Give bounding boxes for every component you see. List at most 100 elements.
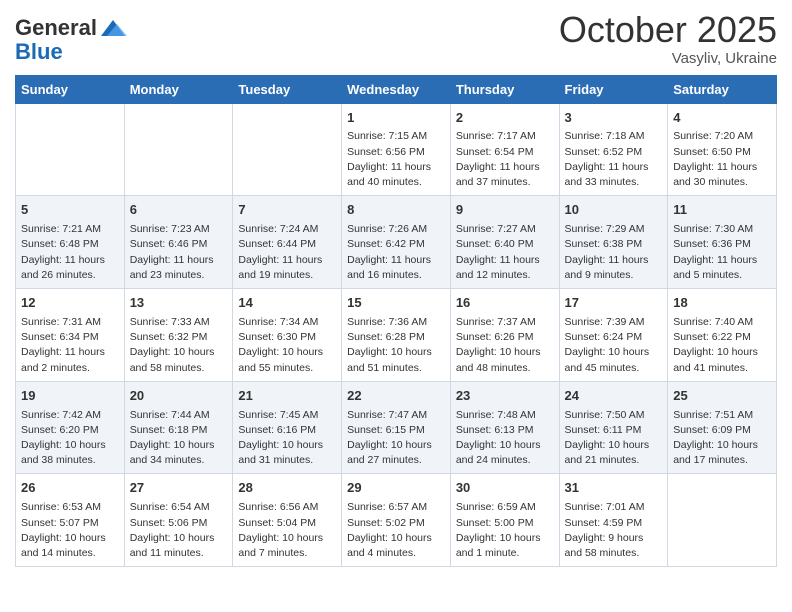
- sunrise-label: Sunrise: 7:17 AM: [456, 130, 536, 142]
- day-number: 14: [238, 294, 336, 313]
- day-number: 29: [347, 479, 445, 498]
- daylight-label: Daylight: 11 hours and 16 minutes.: [347, 254, 431, 281]
- sunset-label: Sunset: 6:24 PM: [565, 331, 643, 343]
- sunset-label: Sunset: 6:44 PM: [238, 238, 316, 250]
- day-number: 30: [456, 479, 554, 498]
- calendar-container: General Blue October 2025 Vasyliv, Ukrai…: [0, 0, 792, 582]
- sunrise-label: Sunrise: 7:44 AM: [130, 409, 210, 421]
- sunrise-label: Sunrise: 7:51 AM: [673, 409, 753, 421]
- daylight-label: Daylight: 11 hours and 40 minutes.: [347, 161, 431, 188]
- sunrise-label: Sunrise: 7:30 AM: [673, 223, 753, 235]
- day-number: 5: [21, 201, 119, 220]
- logo-icon: [99, 14, 127, 42]
- header-row: Sunday Monday Tuesday Wednesday Thursday…: [16, 75, 777, 103]
- sunset-label: Sunset: 6:48 PM: [21, 238, 99, 250]
- col-friday: Friday: [559, 75, 668, 103]
- daylight-label: Daylight: 11 hours and 12 minutes.: [456, 254, 540, 281]
- day-number: 26: [21, 479, 119, 498]
- cell-w4-d4: 23Sunrise: 7:48 AMSunset: 6:13 PMDayligh…: [450, 381, 559, 474]
- cell-w5-d4: 30Sunrise: 6:59 AMSunset: 5:00 PMDayligh…: [450, 474, 559, 567]
- sunrise-label: Sunrise: 7:23 AM: [130, 223, 210, 235]
- day-number: 7: [238, 201, 336, 220]
- day-number: 6: [130, 201, 228, 220]
- col-tuesday: Tuesday: [233, 75, 342, 103]
- sunrise-label: Sunrise: 6:57 AM: [347, 501, 427, 513]
- sunrise-label: Sunrise: 6:59 AM: [456, 501, 536, 513]
- month-title: October 2025: [559, 10, 777, 50]
- day-number: 9: [456, 201, 554, 220]
- cell-w1-d2: [233, 103, 342, 196]
- cell-w5-d6: [668, 474, 777, 567]
- cell-w3-d4: 16Sunrise: 7:37 AMSunset: 6:26 PMDayligh…: [450, 289, 559, 382]
- daylight-label: Daylight: 11 hours and 23 minutes.: [130, 254, 214, 281]
- day-number: 24: [565, 387, 663, 406]
- cell-w2-d6: 11Sunrise: 7:30 AMSunset: 6:36 PMDayligh…: [668, 196, 777, 289]
- sunset-label: Sunset: 6:56 PM: [347, 146, 425, 158]
- week-row-1: 1Sunrise: 7:15 AMSunset: 6:56 PMDaylight…: [16, 103, 777, 196]
- cell-w3-d1: 13Sunrise: 7:33 AMSunset: 6:32 PMDayligh…: [124, 289, 233, 382]
- logo: General Blue: [15, 10, 127, 64]
- sunset-label: Sunset: 6:34 PM: [21, 331, 99, 343]
- daylight-label: Daylight: 10 hours and 27 minutes.: [347, 439, 432, 466]
- daylight-label: Daylight: 11 hours and 2 minutes.: [21, 346, 105, 373]
- sunset-label: Sunset: 6:15 PM: [347, 424, 425, 436]
- col-monday: Monday: [124, 75, 233, 103]
- logo-general-text: General: [15, 16, 97, 40]
- sunrise-label: Sunrise: 7:24 AM: [238, 223, 318, 235]
- cell-w3-d6: 18Sunrise: 7:40 AMSunset: 6:22 PMDayligh…: [668, 289, 777, 382]
- cell-w1-d5: 3Sunrise: 7:18 AMSunset: 6:52 PMDaylight…: [559, 103, 668, 196]
- daylight-label: Daylight: 10 hours and 34 minutes.: [130, 439, 215, 466]
- cell-w1-d1: [124, 103, 233, 196]
- week-row-4: 19Sunrise: 7:42 AMSunset: 6:20 PMDayligh…: [16, 381, 777, 474]
- day-number: 13: [130, 294, 228, 313]
- day-number: 12: [21, 294, 119, 313]
- day-number: 31: [565, 479, 663, 498]
- cell-w3-d0: 12Sunrise: 7:31 AMSunset: 6:34 PMDayligh…: [16, 289, 125, 382]
- title-block: October 2025 Vasyliv, Ukraine: [559, 10, 777, 67]
- sunrise-label: Sunrise: 7:39 AM: [565, 316, 645, 328]
- sunrise-label: Sunrise: 7:01 AM: [565, 501, 645, 513]
- sunset-label: Sunset: 5:07 PM: [21, 517, 99, 529]
- cell-w5-d5: 31Sunrise: 7:01 AMSunset: 4:59 PMDayligh…: [559, 474, 668, 567]
- col-thursday: Thursday: [450, 75, 559, 103]
- sunset-label: Sunset: 4:59 PM: [565, 517, 643, 529]
- daylight-label: Daylight: 10 hours and 41 minutes.: [673, 346, 758, 373]
- sunset-label: Sunset: 6:50 PM: [673, 146, 751, 158]
- daylight-label: Daylight: 10 hours and 7 minutes.: [238, 532, 323, 559]
- cell-w5-d0: 26Sunrise: 6:53 AMSunset: 5:07 PMDayligh…: [16, 474, 125, 567]
- cell-w4-d0: 19Sunrise: 7:42 AMSunset: 6:20 PMDayligh…: [16, 381, 125, 474]
- sunrise-label: Sunrise: 7:15 AM: [347, 130, 427, 142]
- day-number: 27: [130, 479, 228, 498]
- cell-w2-d4: 9Sunrise: 7:27 AMSunset: 6:40 PMDaylight…: [450, 196, 559, 289]
- sunset-label: Sunset: 6:52 PM: [565, 146, 643, 158]
- sunrise-label: Sunrise: 6:53 AM: [21, 501, 101, 513]
- sunset-label: Sunset: 6:28 PM: [347, 331, 425, 343]
- sunset-label: Sunset: 6:36 PM: [673, 238, 751, 250]
- day-number: 11: [673, 201, 771, 220]
- sunset-label: Sunset: 6:26 PM: [456, 331, 534, 343]
- cell-w4-d2: 21Sunrise: 7:45 AMSunset: 6:16 PMDayligh…: [233, 381, 342, 474]
- col-saturday: Saturday: [668, 75, 777, 103]
- cell-w4-d3: 22Sunrise: 7:47 AMSunset: 6:15 PMDayligh…: [342, 381, 451, 474]
- cell-w1-d3: 1Sunrise: 7:15 AMSunset: 6:56 PMDaylight…: [342, 103, 451, 196]
- daylight-label: Daylight: 10 hours and 31 minutes.: [238, 439, 323, 466]
- daylight-label: Daylight: 10 hours and 21 minutes.: [565, 439, 650, 466]
- cell-w4-d5: 24Sunrise: 7:50 AMSunset: 6:11 PMDayligh…: [559, 381, 668, 474]
- sunset-label: Sunset: 6:42 PM: [347, 238, 425, 250]
- sunset-label: Sunset: 5:00 PM: [456, 517, 534, 529]
- sunset-label: Sunset: 6:13 PM: [456, 424, 534, 436]
- col-wednesday: Wednesday: [342, 75, 451, 103]
- cell-w3-d3: 15Sunrise: 7:36 AMSunset: 6:28 PMDayligh…: [342, 289, 451, 382]
- week-row-3: 12Sunrise: 7:31 AMSunset: 6:34 PMDayligh…: [16, 289, 777, 382]
- cell-w2-d2: 7Sunrise: 7:24 AMSunset: 6:44 PMDaylight…: [233, 196, 342, 289]
- week-row-2: 5Sunrise: 7:21 AMSunset: 6:48 PMDaylight…: [16, 196, 777, 289]
- week-row-5: 26 Sunrise: 6:53 AM Sunset: 5:07 PM Dayligh…: [16, 474, 777, 567]
- header: General Blue October 2025 Vasyliv, Ukrai…: [15, 10, 777, 67]
- sunset-label: Sunset: 6:32 PM: [130, 331, 208, 343]
- location: Vasyliv, Ukraine: [559, 50, 777, 67]
- sunrise-label: Sunrise: 7:34 AM: [238, 316, 318, 328]
- daylight-label: Daylight: 10 hours and 17 minutes.: [673, 439, 758, 466]
- daylight-label: Daylight: 10 hours and 58 minutes.: [130, 346, 215, 373]
- day-number: 15: [347, 294, 445, 313]
- daylight-label: Daylight: 10 hours and 11 minutes.: [130, 532, 215, 559]
